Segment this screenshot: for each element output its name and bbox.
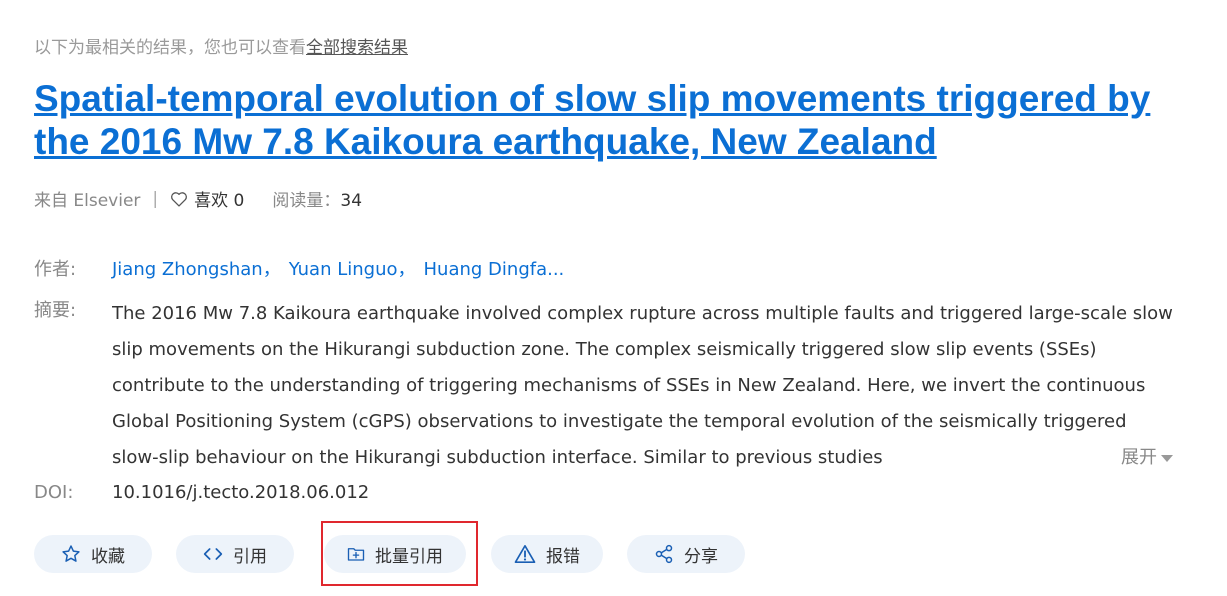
author-link[interactable]: Yuan Linguo， xyxy=(289,259,416,280)
cite-button[interactable]: 引用 xyxy=(176,535,294,573)
doi-value: 10.1016/j.tecto.2018.06.012 xyxy=(112,482,370,503)
meta-separator: | xyxy=(152,188,159,209)
star-icon xyxy=(62,545,80,562)
read-count-label: 阅读量： xyxy=(272,191,341,211)
like-button[interactable]: 喜欢 0 xyxy=(170,186,244,211)
doi-label: DOI: xyxy=(34,482,74,503)
share-button[interactable]: 分享 xyxy=(627,535,745,573)
abstract-row: 摘要: The 2016 Mw 7.8 Kaikoura earthquake … xyxy=(34,296,1175,476)
authors-row: 作者: Jiang Zhongshan， Yuan Linguo， Huang Di… xyxy=(34,255,572,281)
all-results-link[interactable]: 全部搜索结果 xyxy=(306,38,408,58)
search-hint: 以下为最相关的结果，您也可以查看全部搜索结果 xyxy=(34,33,408,58)
share-label: 分享 xyxy=(684,546,718,567)
favorite-label: 收藏 xyxy=(91,546,125,567)
share-icon xyxy=(655,544,673,564)
abstract-text: The 2016 Mw 7.8 Kaikoura earthquake invo… xyxy=(112,303,1173,468)
report-error-label: 报错 xyxy=(546,546,580,567)
expand-label: 展开 xyxy=(1121,447,1157,468)
paper-title[interactable]: Spatial-temporal evolution of slow slip … xyxy=(34,77,1194,163)
search-hint-text: 以下为最相关的结果，您也可以查看 xyxy=(34,38,306,58)
cite-label: 引用 xyxy=(233,546,267,567)
report-error-button[interactable]: 报错 xyxy=(491,535,603,573)
heart-icon xyxy=(171,191,188,207)
author-list: Jiang Zhongshan， Yuan Linguo， Huang Dingfa… xyxy=(112,255,572,281)
like-label: 喜欢 0 xyxy=(194,191,245,211)
caret-down-icon xyxy=(1161,455,1173,462)
author-link[interactable]: Huang Dingfa... xyxy=(424,259,565,280)
read-count: 阅读量：34 xyxy=(272,186,362,211)
doi-row: DOI: 10.1016/j.tecto.2018.06.012 xyxy=(34,482,369,503)
warning-icon xyxy=(514,545,536,563)
expand-button[interactable]: 展开 xyxy=(1103,440,1175,476)
highlight-box xyxy=(321,521,478,586)
authors-label: 作者: xyxy=(34,259,77,280)
paper-meta: 来自 Elsevier | 喜欢 0 阅读量：34 xyxy=(34,186,362,212)
source-label: 来自 Elsevier xyxy=(34,191,141,211)
author-link[interactable]: Jiang Zhongshan， xyxy=(112,259,281,280)
read-count-value: 34 xyxy=(340,191,363,211)
favorite-button[interactable]: 收藏 xyxy=(34,535,152,573)
code-icon xyxy=(203,548,223,560)
abstract-text-container: The 2016 Mw 7.8 Kaikoura earthquake invo… xyxy=(112,296,1175,476)
abstract-label: 摘要: xyxy=(34,300,77,321)
